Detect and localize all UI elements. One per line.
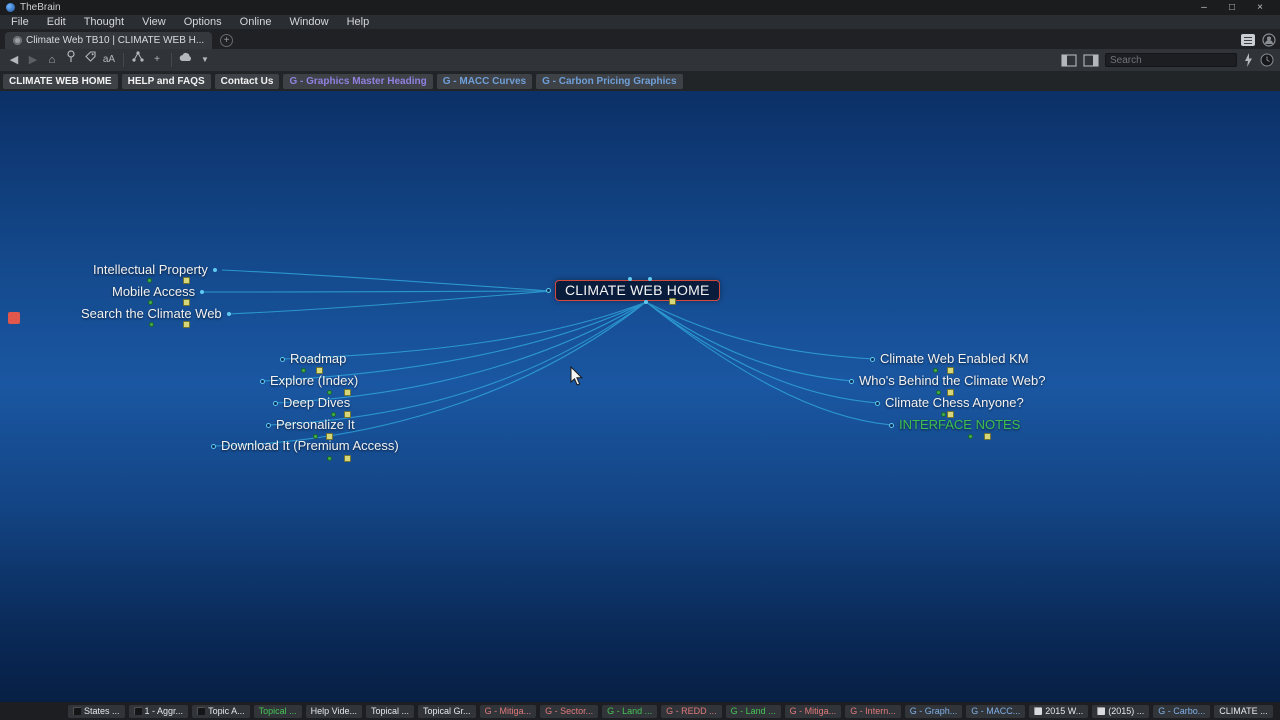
tag-icon (73, 707, 81, 715)
thought-label: Intellectual Property (93, 262, 208, 277)
thought-label: Who's Behind the Climate Web? (859, 373, 1046, 388)
bottom-tab-states[interactable]: States ... (68, 704, 125, 718)
child-count-dot (148, 300, 153, 305)
top-gate-dot[interactable] (628, 277, 632, 281)
child-gate-dot[interactable] (644, 300, 648, 304)
thought-label: Climate Chess Anyone? (885, 395, 1024, 410)
link-gate[interactable] (889, 422, 894, 428)
note-icon[interactable] (344, 455, 351, 462)
calendar-icon (1034, 707, 1043, 715)
link-gate[interactable] (226, 312, 231, 316)
link-gate[interactable] (870, 356, 875, 362)
tag-icon (133, 707, 142, 715)
child-count-dot (147, 278, 152, 283)
child-count-dot (936, 390, 941, 395)
thought-label: Mobile Access (112, 284, 196, 299)
bottom-tab-topical-gr[interactable]: Topical Gr... (418, 704, 476, 718)
thought-climate-web-home-active[interactable]: CLIMATE WEB HOME (546, 280, 720, 301)
link-gate[interactable] (273, 400, 278, 406)
thought-interface-notes[interactable]: INTERFACE NOTES (889, 417, 1020, 433)
link-gate[interactable] (260, 378, 265, 384)
bottom-tab-g-intern[interactable]: G - Intern... (845, 704, 901, 718)
child-count-dot (149, 322, 154, 327)
thought-mobile-access[interactable]: Mobile Access (112, 284, 205, 300)
thought-whos-behind-the-climate-web[interactable]: Who's Behind the Climate Web? (849, 373, 1046, 389)
child-count-dot (933, 368, 938, 373)
thought-personalize-it[interactable]: Personalize It (266, 417, 355, 433)
collapsed-panel-handle[interactable] (8, 312, 20, 324)
bottom-tab-g-land-1[interactable]: G - Land ... (602, 704, 658, 718)
top-gate-dot[interactable] (648, 277, 652, 281)
link-gate[interactable] (211, 443, 216, 449)
note-icon[interactable] (326, 433, 333, 440)
child-count-dot (327, 456, 332, 461)
thought-label: Explore (Index) (270, 373, 359, 388)
bottom-tab-topical-2[interactable]: Topical ... (366, 704, 415, 718)
thought-label: Deep Dives (283, 395, 351, 410)
thought-label: Personalize It (276, 417, 355, 432)
child-count-dot (331, 412, 336, 417)
bottom-tab-topic-a[interactable]: Topic A... (192, 704, 250, 718)
thought-label: Search the Climate Web (81, 306, 222, 321)
note-icon[interactable] (947, 389, 954, 396)
note-icon[interactable] (183, 277, 190, 284)
bottom-tab-climate[interactable]: CLIMATE ... (1214, 704, 1273, 718)
note-icon[interactable] (984, 433, 991, 440)
bottom-tab-g-mitiga-2[interactable]: G - Mitiga... (784, 704, 842, 718)
thought-search-the-climate-web[interactable]: Search the Climate Web (81, 306, 231, 322)
thought-download-it-premium-access[interactable]: Download It (Premium Access) (211, 438, 399, 454)
bottom-tab-2015-w[interactable]: 2015 W... (1029, 704, 1089, 718)
note-icon[interactable] (344, 411, 351, 418)
thought-label: INTERFACE NOTES (899, 417, 1021, 432)
bottom-tab-g-land-2[interactable]: G - Land ... (725, 704, 781, 718)
note-icon[interactable] (947, 367, 954, 374)
book-icon (1097, 707, 1106, 715)
link-gate[interactable] (212, 268, 217, 272)
link-gate[interactable] (849, 378, 854, 384)
note-icon[interactable] (344, 389, 351, 396)
child-count-dot (301, 368, 306, 373)
link-gate[interactable] (875, 400, 880, 406)
note-icon[interactable] (183, 299, 190, 306)
thought-roadmap[interactable]: Roadmap (280, 351, 346, 367)
bottom-tab-g-carbo[interactable]: G - Carbo... (1153, 704, 1211, 718)
bottom-tab-g-graph[interactable]: G - Graph... (904, 704, 963, 718)
thought-label: Download It (Premium Access) (221, 438, 399, 453)
child-count-dot (327, 390, 332, 395)
bottom-thought-bar: States ... 1 - Aggr... Topic A... Topica… (0, 702, 1280, 720)
thought-climate-chess-anyone[interactable]: Climate Chess Anyone? (875, 395, 1024, 411)
thought-intellectual-property[interactable]: Intellectual Property (93, 262, 217, 278)
thought-climate-web-enabled-km[interactable]: Climate Web Enabled KM (870, 351, 1029, 367)
link-curves (202, 269, 893, 447)
note-icon[interactable] (947, 411, 954, 418)
link-gate[interactable] (200, 290, 205, 294)
bottom-tab-2015-paren[interactable]: (2015) ... (1092, 704, 1150, 718)
child-count-dot (941, 412, 946, 417)
bottom-tab-topical-green[interactable]: Topical ... (253, 704, 302, 718)
link-gate[interactable] (266, 422, 271, 428)
bottom-tab-help-video[interactable]: Help Vide... (305, 704, 362, 718)
thought-deep-dives[interactable]: Deep Dives (273, 395, 350, 411)
tag-icon (197, 707, 206, 715)
active-thought-box[interactable]: CLIMATE WEB HOME (555, 280, 720, 301)
bottom-tab-g-macc[interactable]: G - MACC... (966, 704, 1026, 718)
child-count-dot (968, 434, 973, 439)
mind-map-layer: Intellectual Property Mobile Access Sear… (0, 0, 1280, 720)
note-icon[interactable] (669, 298, 676, 305)
mouse-cursor (570, 366, 584, 386)
note-icon[interactable] (316, 367, 323, 374)
parent-gate[interactable] (546, 288, 551, 293)
bottom-tab-g-mitiga-1[interactable]: G - Mitiga... (479, 704, 537, 718)
thought-label: Roadmap (290, 351, 347, 366)
note-icon[interactable] (183, 321, 190, 328)
thought-label: Climate Web Enabled KM (880, 351, 1029, 366)
bottom-tab-1-aggr[interactable]: 1 - Aggr... (128, 704, 189, 718)
thought-explore-index[interactable]: Explore (Index) (260, 373, 358, 389)
bottom-tab-g-sector[interactable]: G - Sector... (540, 704, 599, 718)
child-count-dot (313, 434, 318, 439)
bottom-tab-g-redd[interactable]: G - REDD ... (661, 704, 722, 718)
link-gate[interactable] (280, 356, 285, 362)
